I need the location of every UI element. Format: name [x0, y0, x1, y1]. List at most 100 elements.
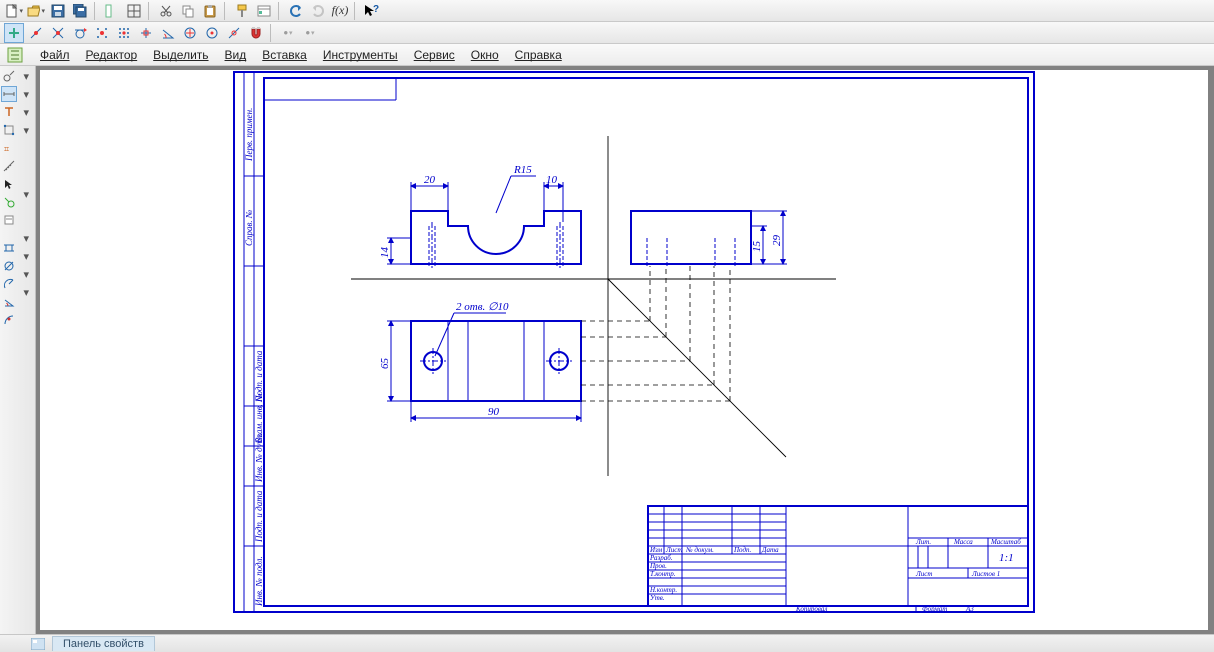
redo-button[interactable]	[308, 1, 328, 21]
dim-15: 15	[751, 241, 763, 253]
side-label-6: Инв. № подл.	[254, 556, 264, 607]
svg-text:Утв.: Утв.	[650, 594, 665, 602]
snap-mid-button[interactable]	[26, 23, 46, 43]
side-label-1: Справ. №	[244, 210, 254, 246]
properties-panel-tab[interactable]: Панель свойств	[52, 636, 155, 651]
menu-help[interactable]: Справка	[507, 46, 570, 64]
dim-r15: R15	[513, 164, 532, 176]
save-all-button[interactable]	[70, 1, 90, 21]
svg-text:1:1: 1:1	[999, 552, 1014, 564]
menu-view[interactable]: Вид	[217, 46, 255, 64]
snap-near-button[interactable]	[92, 23, 112, 43]
side-label-0: Перв. примен.	[244, 108, 254, 162]
svg-text:Лит.: Лит.	[915, 538, 931, 546]
menu-tools[interactable]: Инструменты	[315, 46, 406, 64]
menu-file[interactable]: Файл	[32, 46, 78, 64]
help-cursor-button[interactable]: ?	[362, 1, 382, 21]
snap-end-button[interactable]	[4, 23, 24, 43]
svg-text:Изм: Изм	[649, 546, 663, 554]
toggle-5-icon[interactable]: ▾	[18, 186, 34, 202]
toggle-9-icon[interactable]: ▾	[18, 284, 34, 300]
toggle-3-icon[interactable]: ▾	[18, 104, 34, 120]
open-doc-button[interactable]	[26, 1, 46, 21]
svg-text:№ докум.: № докум.	[685, 546, 714, 554]
toggle-1-icon[interactable]: ▾	[18, 68, 34, 84]
toggle-8-icon[interactable]: ▾	[18, 266, 34, 282]
toolbar-standard: f(x) ?	[0, 0, 1214, 22]
tool-geom-icon[interactable]	[1, 68, 17, 84]
save-button[interactable]	[48, 1, 68, 21]
tool-rad-icon[interactable]	[1, 276, 17, 292]
menu-service[interactable]: Сервис	[406, 46, 463, 64]
bottom-bar: Панель свойств	[0, 634, 1214, 652]
toolbar-snaps: • •	[0, 22, 1214, 44]
toggle-4-icon[interactable]: ▾	[18, 122, 34, 138]
toggle-2-icon[interactable]: ▾	[18, 86, 34, 102]
tool-edit-icon[interactable]	[1, 122, 17, 138]
menu-insert[interactable]: Вставка	[254, 46, 315, 64]
toggle-7-icon[interactable]: ▾	[18, 248, 34, 264]
left-toolbar-2: ▾ ▾ ▾ ▾ ▾ ▾ ▾ ▾ ▾	[18, 66, 36, 652]
left-toolbar-1: ⌗	[0, 66, 18, 652]
new-doc-button[interactable]	[4, 1, 24, 21]
drawing-canvas[interactable]: Перв. примен. Справ. № Подп. и дата Инв.…	[36, 66, 1214, 652]
snap-tan-button[interactable]	[70, 23, 90, 43]
menu-editor[interactable]: Редактор	[78, 46, 146, 64]
tool-angdim-icon[interactable]	[1, 294, 17, 310]
doc-manager-button[interactable]	[102, 1, 122, 21]
menu-bar: Файл Редактор Выделить Вид Вставка Инстр…	[0, 44, 1214, 66]
snap-center-button[interactable]	[180, 23, 200, 43]
svg-text:Масса: Масса	[953, 538, 973, 546]
format-brush-button[interactable]	[232, 1, 252, 21]
main-area: ⌗ ▾ ▾ ▾ ▾ ▾ ▾ ▾ ▾ ▾	[0, 66, 1214, 652]
svg-text:Т.контр.: Т.контр.	[650, 570, 676, 578]
tool-spec-icon[interactable]	[1, 194, 17, 210]
tool-dim-icon[interactable]	[1, 86, 17, 102]
svg-text:A3: A3	[965, 605, 974, 613]
svg-text:⌗: ⌗	[4, 144, 9, 154]
generate-view-icon[interactable]	[4, 45, 26, 65]
snap-ang-button[interactable]	[158, 23, 178, 43]
svg-text:Н.контр.: Н.контр.	[649, 586, 677, 594]
tool-measure-icon[interactable]	[1, 158, 17, 174]
layout-button[interactable]	[124, 1, 144, 21]
snap-config-1-button[interactable]: •	[278, 23, 298, 43]
fx-button[interactable]: f(x)	[330, 1, 350, 21]
dim-14: 14	[379, 247, 391, 259]
cut-button[interactable]	[156, 1, 176, 21]
svg-text:Листов 1: Листов 1	[971, 570, 1000, 578]
snap-int-button[interactable]	[48, 23, 68, 43]
tool-param-icon[interactable]: ⌗	[1, 140, 17, 156]
tool-diam-icon[interactable]	[1, 258, 17, 274]
dim-10: 10	[546, 174, 558, 186]
tool-select-icon[interactable]	[1, 176, 17, 192]
paste-button[interactable]	[200, 1, 220, 21]
dim-29: 29	[771, 235, 783, 247]
snap-config-2-button[interactable]: •	[300, 23, 320, 43]
menu-window[interactable]: Окно	[463, 46, 507, 64]
copy-button[interactable]	[178, 1, 198, 21]
undo-button[interactable]	[286, 1, 306, 21]
toggle-6-icon[interactable]: ▾	[18, 230, 34, 246]
tool-lindim-icon[interactable]	[1, 240, 17, 256]
svg-text:Пров.: Пров.	[649, 562, 667, 570]
snap-perp-button[interactable]	[202, 23, 222, 43]
side-label-2: Подп. и дата	[254, 490, 264, 543]
svg-text:Разраб.: Разраб.	[649, 554, 673, 562]
properties-panel-icon[interactable]	[30, 637, 46, 651]
snap-grid-button[interactable]	[114, 23, 134, 43]
snap-par-button[interactable]	[224, 23, 244, 43]
properties-button[interactable]	[254, 1, 274, 21]
left-toolbars: ⌗ ▾ ▾ ▾ ▾ ▾ ▾ ▾ ▾ ▾	[0, 66, 36, 652]
menu-select[interactable]: Выделить	[145, 46, 216, 64]
tool-arc-icon[interactable]	[1, 312, 17, 328]
svg-text:Формат: Формат	[922, 605, 947, 613]
tool-text-icon[interactable]	[1, 104, 17, 120]
snap-node-button[interactable]	[136, 23, 156, 43]
side-label-5: Подп. и дата	[254, 350, 264, 403]
snap-magnet-button[interactable]	[246, 23, 266, 43]
tool-report-icon[interactable]	[1, 212, 17, 228]
svg-text:Копировал: Копировал	[795, 605, 827, 613]
dim-holes: 2 отв. ∅10	[456, 301, 509, 313]
svg-text:Дата: Дата	[761, 546, 779, 554]
